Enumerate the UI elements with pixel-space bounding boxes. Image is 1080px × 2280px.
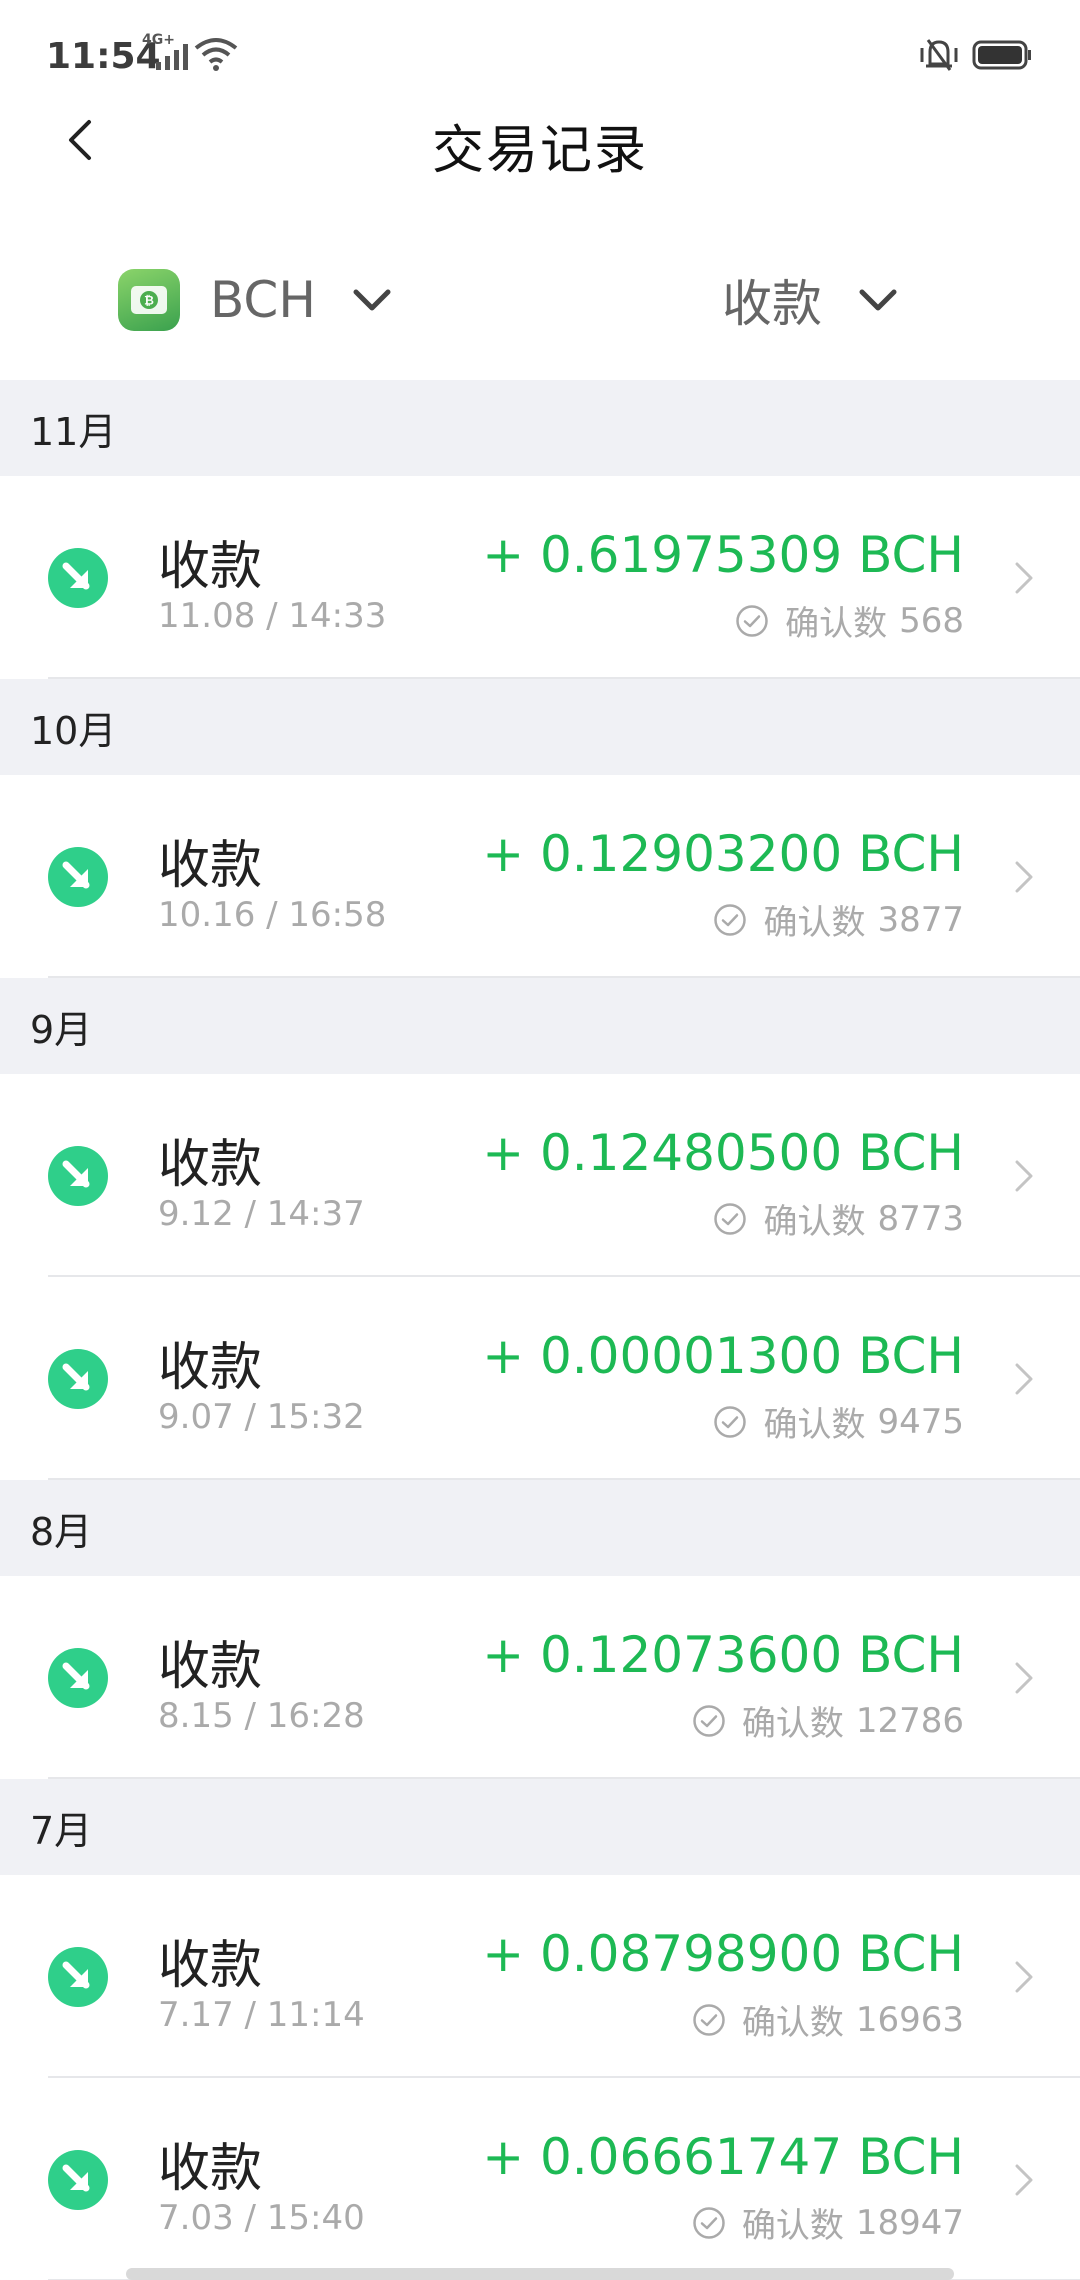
- transaction-row[interactable]: 收款 9.12 / 14:37 + 0.12480500 BCH 确认数 8773: [0, 1074, 1080, 1277]
- chevron-right-icon: [1015, 1160, 1033, 1192]
- check-circle-icon: [736, 604, 768, 637]
- transaction-type: 收款: [158, 836, 263, 896]
- receive-icon: [48, 548, 108, 608]
- confirmation-count: 18947: [855, 2202, 964, 2243]
- check-circle-icon: [693, 2206, 725, 2239]
- transaction-list: 11月 收款 11.08 / 14:33 + 0.61975309 BCH 确认数 568…: [0, 380, 1080, 2280]
- transaction-amount: + 0.06661747 BCH: [482, 2128, 964, 2186]
- transaction-date: 10.16 / 16:58: [158, 895, 387, 935]
- row-divider: [48, 1777, 1080, 1779]
- battery-icon: [972, 40, 1031, 70]
- coin-filter-dropdown[interactable]: ₿ BCH: [118, 260, 392, 340]
- chevron-right-icon: [1015, 562, 1033, 594]
- confirmation-status: 确认数 3877: [713, 895, 964, 944]
- receive-icon: [48, 1947, 108, 2007]
- transaction-amount: + 0.08798900 BCH: [482, 1925, 964, 1983]
- type-filter-dropdown[interactable]: 收款: [722, 260, 898, 340]
- confirmation-label: 确认数: [763, 903, 866, 943]
- transaction-type: 收款: [158, 537, 263, 597]
- confirmation-count: 8773: [877, 1198, 964, 1239]
- bch-coin-icon: ₿: [118, 269, 180, 331]
- chevron-right-icon: [1015, 1662, 1033, 1694]
- transaction-date: 9.07 / 15:32: [158, 1397, 365, 1437]
- receive-icon: [48, 847, 108, 907]
- type-filter-label: 收款: [722, 275, 822, 333]
- check-circle-icon: [714, 903, 747, 936]
- transaction-row[interactable]: 收款 7.03 / 15:40 + 0.06661747 BCH 确认数 18947: [0, 2078, 1080, 2280]
- chevron-right-icon: [1015, 2164, 1033, 2196]
- transaction-row[interactable]: 收款 11.08 / 14:33 + 0.61975309 BCH 确认数 568: [0, 476, 1080, 679]
- month-header: 9月: [0, 978, 1080, 1074]
- confirmation-status: 确认数 18947: [692, 2198, 964, 2247]
- confirmation-label: 确认数: [785, 604, 888, 644]
- row-divider: [48, 976, 1080, 978]
- confirmation-label: 确认数: [741, 1704, 844, 1744]
- transaction-amount: + 0.61975309 BCH: [482, 526, 964, 584]
- transaction-date: 8.15 / 16:28: [158, 1696, 365, 1736]
- confirmation-label: 确认数: [763, 1202, 866, 1242]
- receive-icon: [48, 1349, 108, 1409]
- row-divider: [48, 677, 1080, 679]
- confirmation-count: 9475: [877, 1401, 964, 1442]
- receive-icon: [48, 1648, 108, 1708]
- transaction-type: 收款: [158, 1637, 263, 1697]
- transaction-date: 11.08 / 14:33: [158, 596, 387, 636]
- vibrate-icon: [920, 39, 958, 71]
- transaction-type: 收款: [158, 1338, 263, 1398]
- confirmation-count: 12786: [855, 1700, 964, 1741]
- receive-icon: [48, 1146, 108, 1206]
- confirmation-status: 确认数 16963: [692, 1995, 964, 2044]
- transaction-amount: + 0.12480500 BCH: [482, 1124, 964, 1182]
- coin-filter-label: BCH: [210, 271, 316, 329]
- transaction-date: 9.12 / 14:37: [158, 1194, 365, 1234]
- transaction-row[interactable]: 收款 9.07 / 15:32 + 0.00001300 BCH 确认数 9475: [0, 1277, 1080, 1480]
- transaction-type: 收款: [158, 1135, 263, 1195]
- row-divider: [48, 1478, 1080, 1480]
- check-circle-icon: [714, 1405, 747, 1438]
- transaction-row[interactable]: 收款 10.16 / 16:58 + 0.12903200 BCH 确认数 3877: [0, 775, 1080, 978]
- wifi-icon: [194, 38, 238, 71]
- confirmation-count: 568: [899, 600, 964, 641]
- signal-icon: 4G+: [142, 32, 190, 70]
- check-circle-icon: [714, 1202, 747, 1235]
- confirmation-label: 确认数: [741, 2206, 844, 2246]
- status-bar: 11:54 4G+: [0, 0, 1080, 110]
- confirmation-count: 3877: [877, 899, 964, 940]
- chevron-down-icon: [353, 289, 391, 311]
- confirmation-status: 确认数 9475: [713, 1397, 964, 1446]
- receive-icon: [48, 2150, 108, 2210]
- chevron-right-icon: [1015, 1363, 1033, 1395]
- chevron-right-icon: [1015, 861, 1033, 893]
- month-header: 11月: [0, 380, 1080, 476]
- check-circle-icon: [693, 1704, 725, 1737]
- month-header: 7月: [0, 1779, 1080, 1875]
- month-header: 10月: [0, 679, 1080, 775]
- transaction-amount: + 0.12903200 BCH: [482, 825, 964, 883]
- transaction-row[interactable]: 收款 8.15 / 16:28 + 0.12073600 BCH 确认数 12786: [0, 1576, 1080, 1779]
- transaction-date: 7.03 / 15:40: [158, 2198, 365, 2238]
- confirmation-count: 16963: [855, 1999, 964, 2040]
- transaction-row[interactable]: 收款 7.17 / 11:14 + 0.08798900 BCH 确认数 16963: [0, 1875, 1080, 2078]
- transaction-amount: + 0.12073600 BCH: [482, 1626, 964, 1684]
- filter-bar: ₿ BCH 收款: [0, 230, 1080, 380]
- month-header: 8月: [0, 1480, 1080, 1576]
- confirmation-label: 确认数: [741, 2003, 844, 2043]
- transaction-amount: + 0.00001300 BCH: [482, 1327, 964, 1385]
- svg-text:₿: ₿: [144, 294, 154, 308]
- transaction-date: 7.17 / 11:14: [158, 1995, 365, 2035]
- transaction-type: 收款: [158, 1936, 263, 1996]
- home-indicator: [126, 2268, 954, 2280]
- confirmation-label: 确认数: [763, 1405, 866, 1445]
- confirmation-status: 确认数 12786: [692, 1696, 964, 1745]
- confirmation-status: 确认数 568: [735, 596, 964, 645]
- confirmation-status: 确认数 8773: [713, 1194, 964, 1243]
- chevron-down-icon: [859, 289, 897, 311]
- transaction-type: 收款: [158, 2139, 263, 2199]
- chevron-right-icon: [1015, 1961, 1033, 1993]
- page-title: 交易记录: [431, 121, 648, 181]
- check-circle-icon: [693, 2003, 725, 2036]
